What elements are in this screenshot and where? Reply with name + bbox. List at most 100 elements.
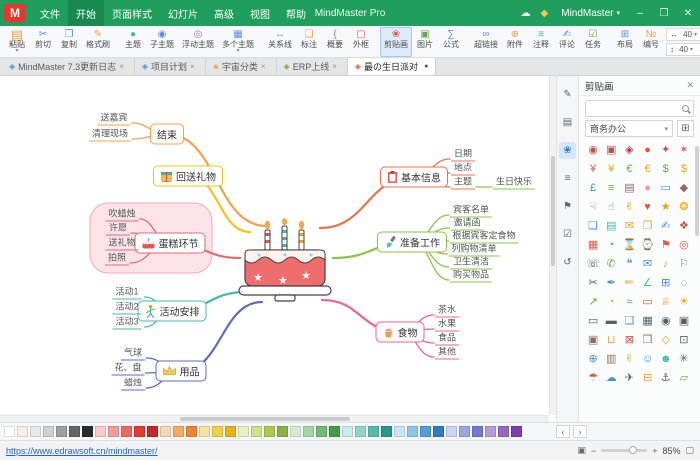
thumbs-up-icon[interactable]: ☝: [603, 199, 619, 216]
mindmap-topic-cake-session[interactable]: 蛋糕环节: [135, 233, 206, 254]
mindmap-topic-preparation[interactable]: 准备工作: [377, 232, 447, 253]
gear-icon[interactable]: ✳: [676, 351, 692, 368]
color-swatch[interactable]: [485, 426, 496, 437]
v-spacing-spinner[interactable]: ↕ 40 ▾: [666, 43, 700, 56]
minimize-button[interactable]: –: [628, 0, 652, 26]
topic-button[interactable]: ● 主题: [120, 27, 146, 57]
tab-close-icon[interactable]: ×: [332, 62, 337, 71]
close-icon[interactable]: ✕: [686, 80, 694, 91]
fit-page-icon[interactable]: ▣: [577, 445, 586, 456]
hyperlink-button[interactable]: ∞ 超链接: [470, 27, 502, 57]
task-panel-icon[interactable]: ☑: [559, 226, 576, 243]
attachment-button[interactable]: ⊕ 附件: [502, 27, 528, 57]
building-icon[interactable]: ▥: [603, 351, 619, 368]
menu-page-style[interactable]: 页面样式: [104, 0, 160, 26]
scissors-icon[interactable]: ✂: [585, 275, 601, 292]
app-logo[interactable]: M: [4, 4, 26, 22]
color-swatch[interactable]: [225, 426, 236, 437]
quote-chat-icon[interactable]: ❝: [621, 256, 637, 273]
numbering-button[interactable]: № 编号: [638, 27, 664, 57]
signature-icon[interactable]: ✍: [658, 218, 674, 235]
central-topic-cake[interactable]: ★ ★ ★: [237, 218, 333, 304]
search-input[interactable]: [590, 104, 679, 114]
task-button[interactable]: ☑ 任务: [580, 27, 606, 57]
lock-icon[interactable]: ⊡: [676, 332, 692, 349]
color-swatch[interactable]: [316, 426, 327, 437]
victory-hand-icon[interactable]: ✌: [621, 199, 637, 216]
seal-flower-icon[interactable]: ✶: [676, 142, 692, 159]
color-swatch[interactable]: [186, 426, 197, 437]
keyboard-icon[interactable]: ▦: [639, 313, 655, 330]
color-swatch[interactable]: [69, 426, 80, 437]
pencil-icon[interactable]: ✏: [621, 275, 637, 292]
clipboard-icon[interactable]: ▤: [603, 218, 619, 235]
credit-card-icon[interactable]: ▭: [658, 180, 674, 197]
team-icon[interactable]: ☻: [658, 351, 674, 368]
envelope-icon[interactable]: ✉: [621, 218, 637, 235]
scrollbar-thumb[interactable]: [180, 417, 350, 421]
summary-button[interactable]: { 概要: [322, 27, 348, 57]
marker-panel-icon[interactable]: ⚑: [559, 198, 576, 215]
menu-file[interactable]: 文件: [32, 0, 68, 26]
paste-button[interactable]: ▤ 粘贴 ▾: [4, 27, 30, 57]
color-swatch[interactable]: [199, 426, 210, 437]
mindmap-subtopic[interactable]: 活动1: [112, 285, 141, 300]
mindmap-canvas[interactable]: 结束送嘉宾清理现场回送礼物蛋糕环节吹蜡烛许愿送礼物拍照活动安排活动1活动2活动3…: [0, 76, 556, 422]
zoom-slider[interactable]: [601, 449, 647, 452]
trophy-icon[interactable]: ♕: [658, 294, 674, 311]
plane-icon[interactable]: ✈: [621, 370, 637, 387]
mindmap-subtopic[interactable]: 吹蜡烛: [105, 207, 138, 222]
mindmap-subtopic[interactable]: 其他: [435, 345, 459, 360]
mindmap-subtopic[interactable]: 食品: [435, 331, 459, 346]
edrawsoft-link[interactable]: https://www.edrawsoft.cn/mindmaster/: [6, 446, 158, 456]
copy-button[interactable]: ❐ 复制: [56, 27, 82, 57]
mindmap-subtopic[interactable]: 拍照: [105, 251, 129, 266]
money-stack-icon[interactable]: ≡: [603, 180, 619, 197]
account-menu[interactable]: MindMaster ▾: [561, 8, 620, 19]
color-swatch[interactable]: [472, 426, 483, 437]
canvas-vertical-scrollbar[interactable]: [549, 76, 556, 415]
search-lens-icon[interactable]: ◌: [676, 275, 692, 292]
color-swatch[interactable]: [277, 426, 288, 437]
color-swatch[interactable]: [134, 426, 145, 437]
formula-button[interactable]: ∑ 公式: [438, 27, 464, 57]
color-swatch[interactable]: [17, 426, 28, 437]
mindmap-topic-supplies[interactable]: 用品: [156, 361, 207, 382]
palette-next-icon[interactable]: ›: [573, 425, 587, 438]
cut-button[interactable]: ✂ 剪切: [30, 27, 56, 57]
color-swatch[interactable]: [95, 426, 106, 437]
mindmap-subtopic[interactable]: 水果: [435, 317, 459, 332]
clock-icon[interactable]: ◔: [603, 237, 619, 254]
multiple-topics-button[interactable]: ▦ 多个主题 ▾: [218, 27, 258, 57]
calendar-icon[interactable]: ▦: [585, 237, 601, 254]
callout-button[interactable]: ❏ 标注: [296, 27, 322, 57]
mindmap-subtopic[interactable]: 地点: [451, 161, 475, 176]
mindmap-topic-activities[interactable]: 活动安排: [138, 301, 207, 322]
angle-ruler-icon[interactable]: ∠: [639, 275, 655, 292]
menu-slideshow[interactable]: 幻灯片: [160, 0, 206, 26]
h-spacing-spinner[interactable]: ↔ 40 ▾: [666, 28, 700, 41]
piggy-bank-icon[interactable]: ●: [639, 180, 655, 197]
color-swatch[interactable]: [433, 426, 444, 437]
money-bag-icon[interactable]: ◆: [676, 180, 692, 197]
color-swatch[interactable]: [251, 426, 262, 437]
mindmap-subtopic[interactable]: 送礼物: [105, 236, 138, 251]
cart-icon[interactable]: ⊔: [603, 332, 619, 349]
gift-box-icon[interactable]: ⊠: [621, 332, 637, 349]
scrollbar-thumb[interactable]: [551, 156, 555, 266]
comment-button[interactable]: ✍ 评论: [554, 27, 580, 57]
tab-close-icon[interactable]: ×: [119, 62, 124, 71]
mail-icon[interactable]: ✉: [639, 256, 655, 273]
palette-prev-icon[interactable]: ‹: [556, 425, 570, 438]
tab-universe[interactable]: ◈ 宇宙分类 ×: [206, 58, 277, 75]
color-swatch[interactable]: [420, 426, 431, 437]
mindmap-subtopic[interactable]: 蜡烛: [121, 376, 145, 391]
stamp-seal-icon[interactable]: ◈: [621, 142, 637, 159]
color-swatch[interactable]: [264, 426, 275, 437]
printer-icon[interactable]: ❑: [621, 313, 637, 330]
tab-erp[interactable]: ◈ ERP上线 ×: [277, 58, 348, 75]
color-swatch[interactable]: [303, 426, 314, 437]
pound-note-icon[interactable]: £: [585, 180, 601, 197]
white-flag-icon[interactable]: ⚐: [676, 256, 692, 273]
folder-icon[interactable]: ❐: [639, 218, 655, 235]
